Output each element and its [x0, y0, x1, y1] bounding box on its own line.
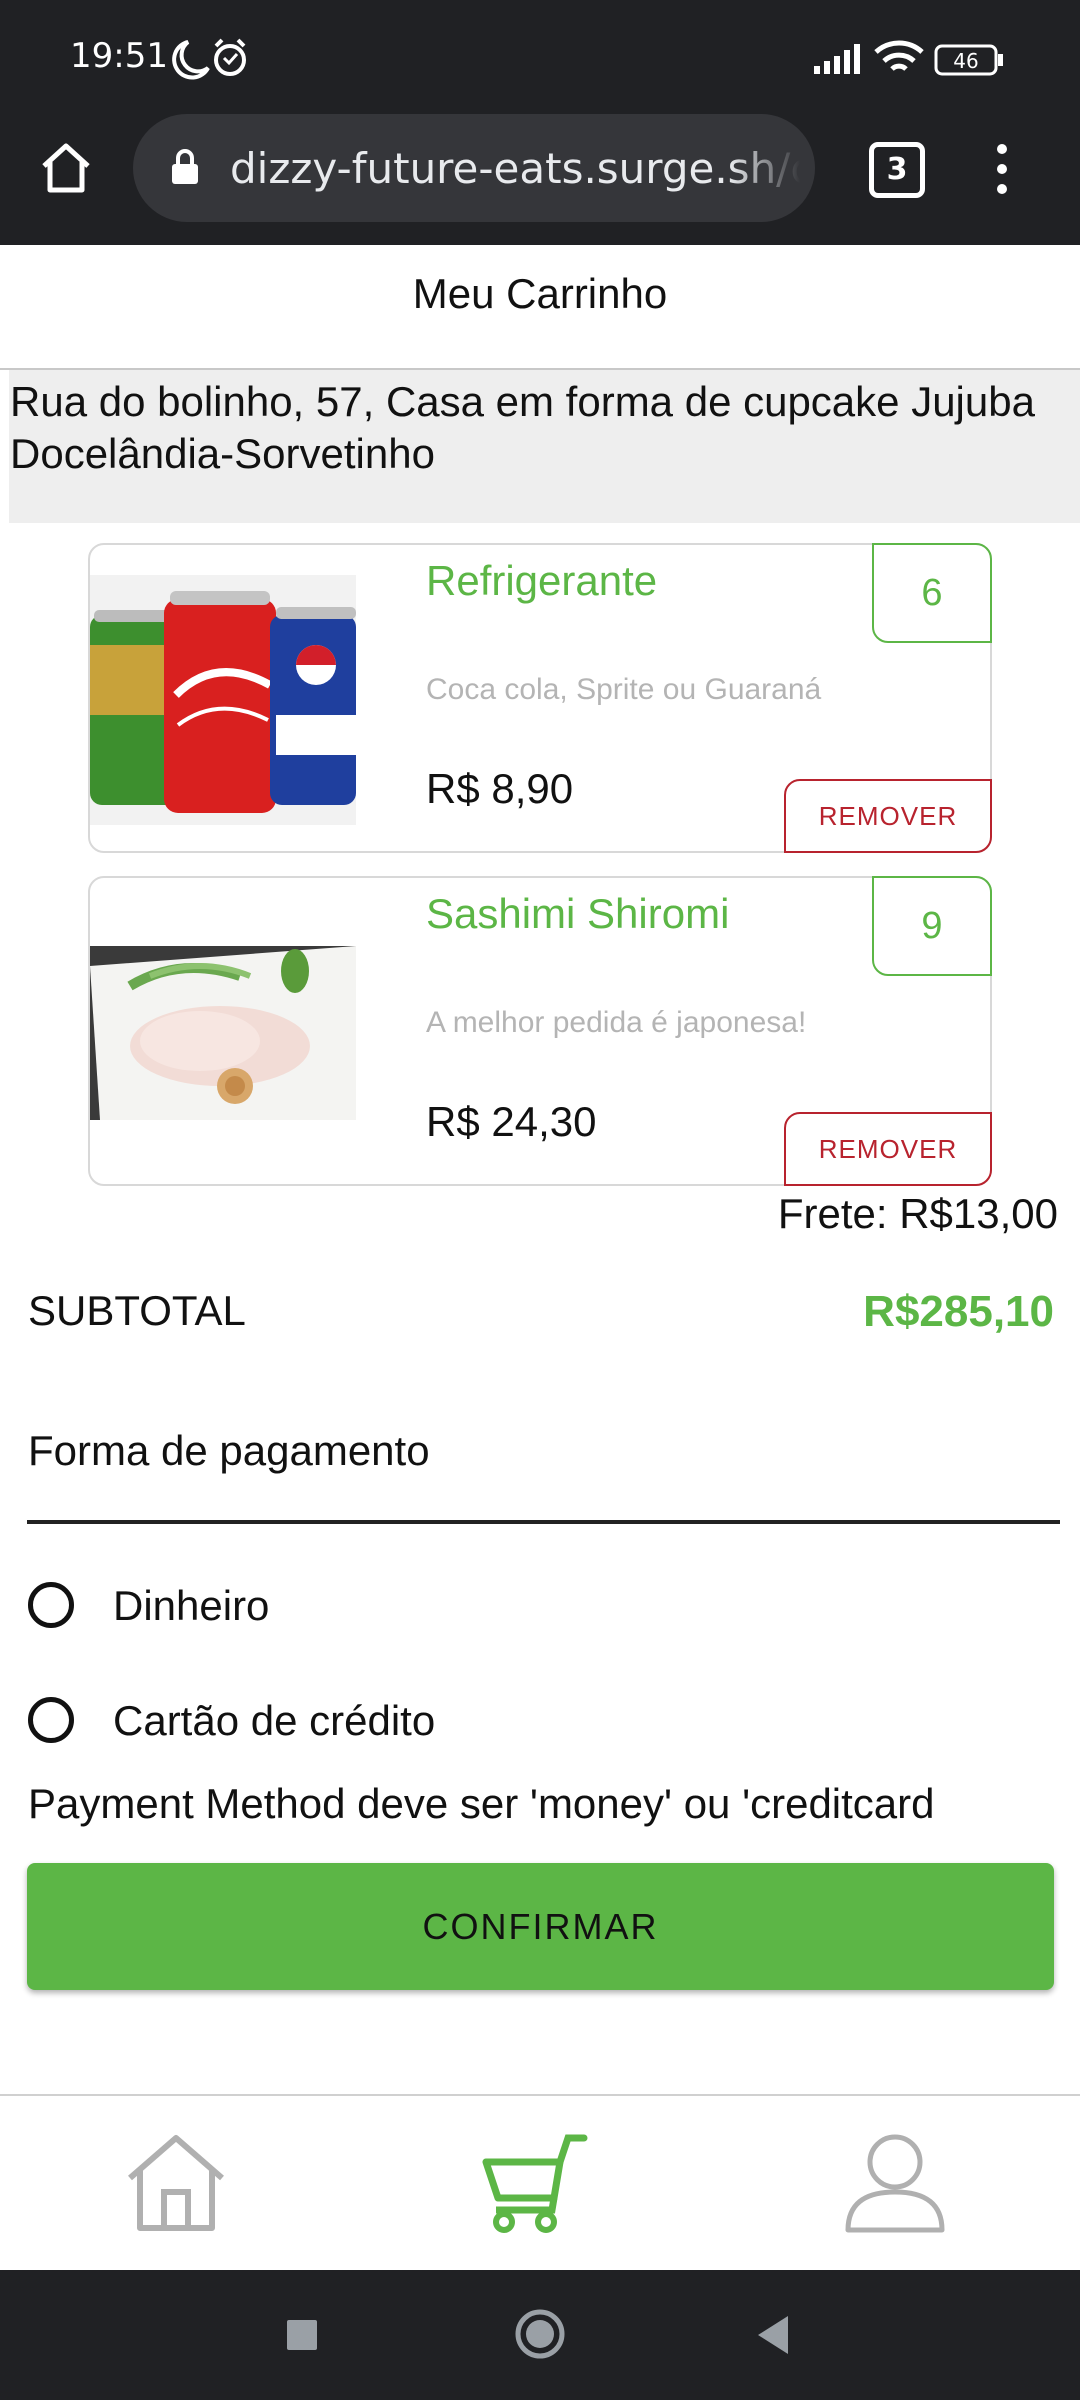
product-price: R$ 24,30 [426, 1098, 597, 1145]
recents-icon[interactable] [285, 2318, 319, 2352]
confirm-button[interactable]: CONFIRMAR [27, 1863, 1054, 1990]
battery-icon: 46 [934, 44, 1003, 76]
radio-cash[interactable] [28, 1582, 74, 1628]
home-button-icon[interactable] [514, 2308, 566, 2360]
page-title: Meu Carrinho [412, 270, 668, 317]
wifi-icon [874, 40, 924, 71]
product-image-sashimi [90, 946, 356, 1120]
svg-text:46: 46 [953, 49, 978, 73]
remove-button[interactable]: REMOVER [784, 779, 992, 853]
address-line-2: Docelândia-Sorvetinho [10, 430, 435, 477]
home-icon[interactable] [38, 140, 94, 196]
moon-icon [172, 40, 210, 80]
address-text: Rua do bolinho, 57, Casa em forma de cup… [10, 376, 1075, 480]
product-image-soda [90, 575, 356, 825]
quantity-badge: 9 [872, 876, 992, 976]
payment-method-title: Forma de pagamento [28, 1427, 430, 1474]
radio-label-cash[interactable]: Dinheiro [113, 1582, 269, 1630]
profile-icon[interactable] [844, 2132, 946, 2236]
status-icons: 46 [172, 38, 1003, 80]
payment-error-message: Payment Method deve ser 'money' ou 'cred… [28, 1780, 935, 1827]
tabs-icon[interactable]: 3 [869, 142, 925, 198]
signal-icon [814, 44, 860, 74]
cart-item-card: Refrigerante Coca cola, Sprite ou Guaran… [88, 543, 992, 853]
alarm-icon [214, 38, 246, 76]
subtotal-label: SUBTOTAL [28, 1287, 246, 1334]
subtotal-value: R$285,10 [863, 1287, 1054, 1336]
radio-label-credit-card[interactable]: Cartão de crédito [113, 1697, 435, 1745]
back-icon[interactable] [754, 2314, 792, 2356]
lock-icon [172, 149, 198, 184]
payment-divider [27, 1520, 1060, 1524]
product-description: A melhor pedida é japonesa! [426, 1006, 807, 1039]
quantity-badge: 6 [872, 543, 992, 643]
remove-button[interactable]: REMOVER [784, 1112, 992, 1186]
home-icon[interactable] [124, 2132, 228, 2234]
shipping-fee: Frete: R$13,00 [777, 1190, 1058, 1237]
product-price: R$ 8,90 [426, 765, 574, 812]
cart-item-card: Sashimi Shiromi A melhor pedida é japone… [88, 876, 992, 1186]
menu-icon[interactable] [992, 142, 1012, 196]
product-description: Coca cola, Sprite ou Guaraná [426, 673, 822, 706]
product-name: Refrigerante [426, 557, 658, 604]
product-name: Sashimi Shiromi [426, 890, 730, 937]
radio-credit-card[interactable] [28, 1697, 74, 1743]
url-fade [730, 140, 800, 200]
cart-icon[interactable] [482, 2132, 588, 2234]
url-text[interactable]: dizzy-future-eats.surge.sh/ca [230, 144, 800, 194]
address-line-1: Rua do bolinho, 57, Casa em forma de cup… [10, 378, 1035, 425]
